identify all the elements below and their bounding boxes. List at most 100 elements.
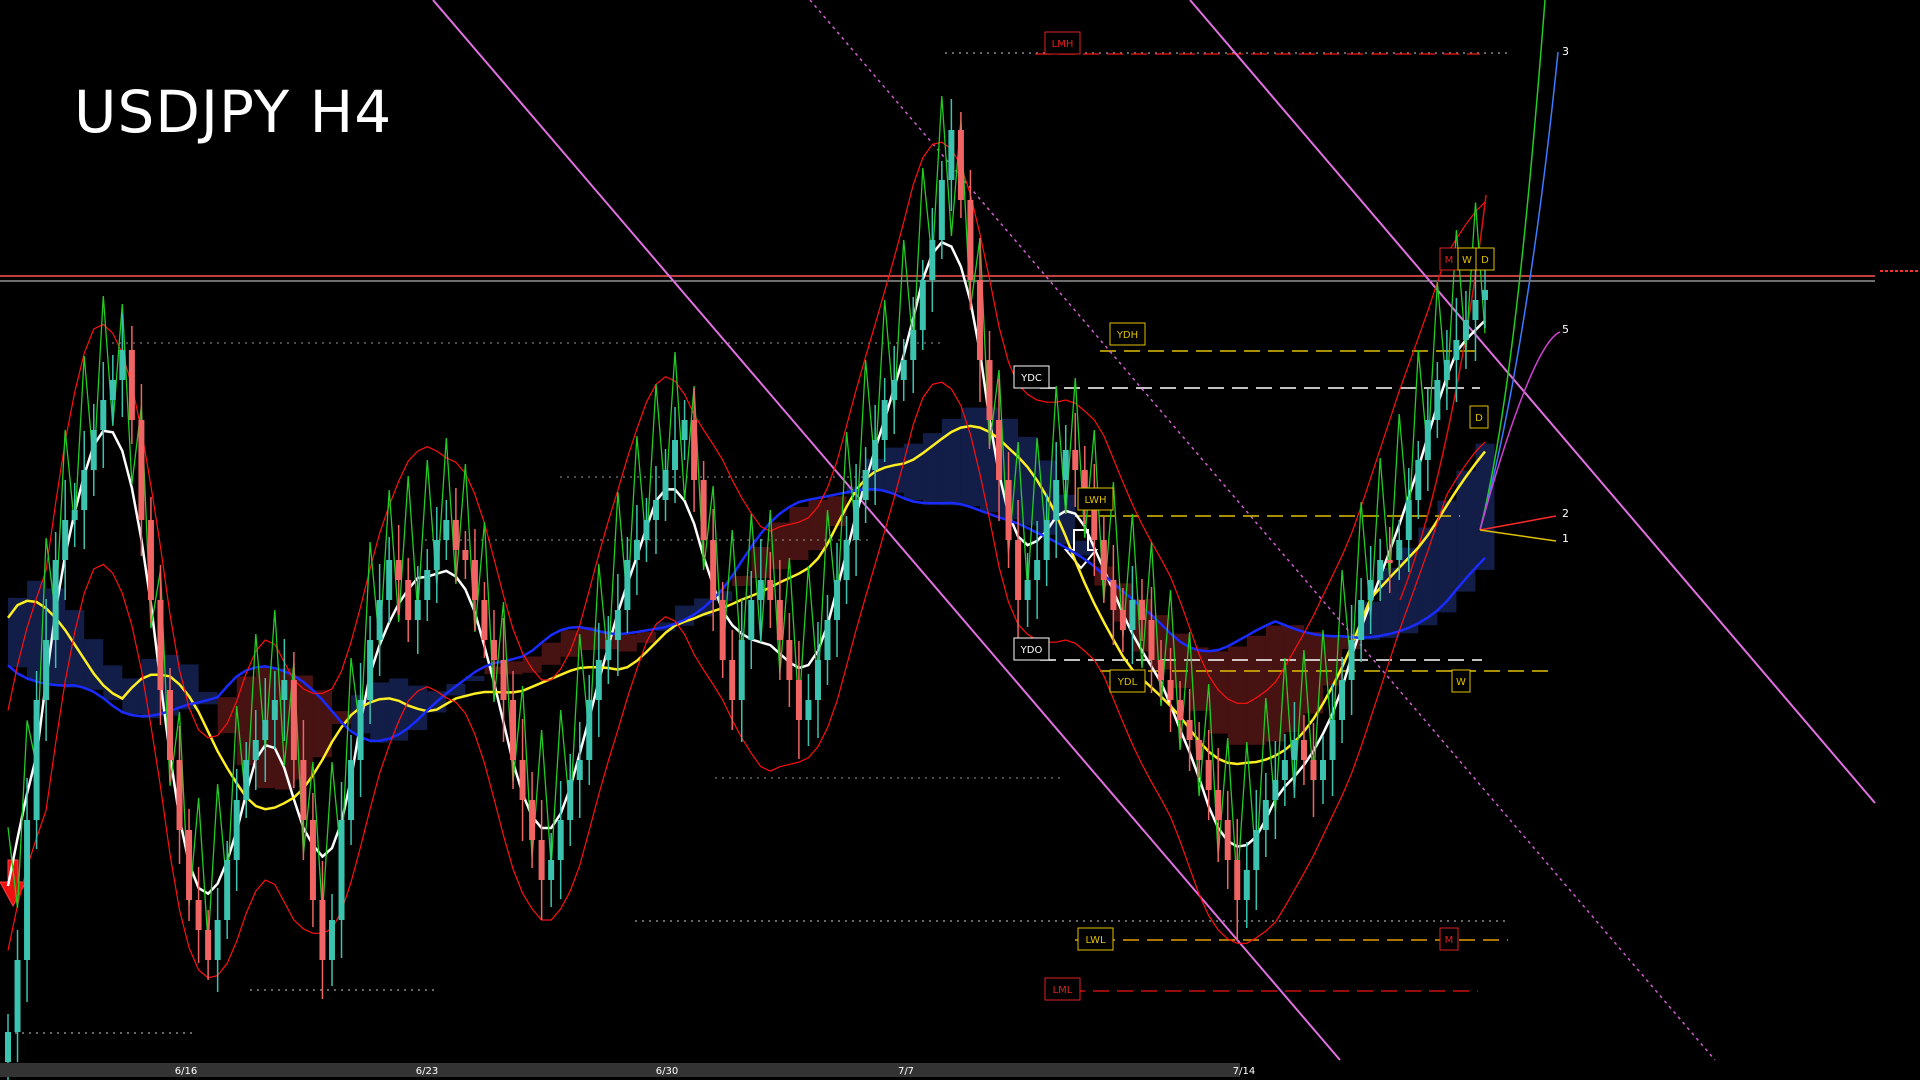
candle-body — [214, 920, 221, 960]
candle-body — [1062, 450, 1069, 480]
candle-body — [24, 820, 31, 960]
level-label-text: YDO — [1020, 645, 1043, 656]
candle-body — [186, 830, 193, 900]
candle-body — [576, 760, 583, 780]
candle-body — [128, 350, 135, 420]
candle-body — [843, 540, 850, 580]
candle-body — [643, 520, 650, 540]
candle-body — [719, 600, 726, 660]
candle-body — [529, 800, 536, 840]
candle-body — [1196, 740, 1203, 760]
candle-body — [233, 800, 240, 860]
cloud-bull-segment — [884, 447, 904, 493]
date-tick: 6/23 — [416, 1066, 438, 1077]
candle-body — [1215, 790, 1222, 820]
candle-body — [1482, 290, 1488, 300]
candle-body — [1110, 580, 1117, 610]
cloud-bear-segment — [217, 697, 237, 734]
candle-body — [195, 900, 202, 930]
candle-body — [1005, 480, 1012, 540]
candle-body — [328, 920, 335, 960]
candle-body — [1386, 560, 1393, 563]
candle-body — [357, 700, 364, 760]
candle-body — [624, 560, 631, 610]
candle-body — [1310, 760, 1317, 780]
candle-body — [681, 420, 688, 440]
candle-body — [1148, 620, 1155, 660]
cloud-bull-segment — [65, 610, 85, 688]
candle-body — [157, 600, 164, 690]
candle-body — [948, 130, 955, 180]
candle-body — [967, 200, 974, 280]
level-label-text: M — [1445, 935, 1454, 946]
candle-body — [757, 580, 764, 600]
candle-body — [872, 440, 879, 470]
price-chart[interactable]: LMHM W DYDHYDCDLWHYDOYDL WLWL MLML 3521 6/16… — [0, 0, 1920, 1080]
candle-body — [1281, 760, 1288, 780]
cloud-bull-segment — [960, 407, 980, 507]
candle-body — [1262, 800, 1269, 830]
candle-body — [510, 700, 517, 760]
candle-body — [348, 760, 355, 820]
candle-body — [1205, 760, 1212, 790]
candle-body — [81, 470, 88, 510]
candle-body — [605, 640, 612, 660]
candle-body — [376, 600, 383, 640]
candle-body — [1415, 460, 1422, 500]
candle-body — [166, 690, 173, 760]
date-tick: 7/7 — [898, 1066, 914, 1077]
candle-body — [338, 820, 345, 920]
candle-body — [633, 540, 640, 560]
candle-body — [319, 900, 326, 960]
candle-body — [252, 740, 259, 760]
candle-body — [290, 680, 297, 760]
cloud-bull-segment — [103, 665, 123, 701]
level-label-text: YDH — [1116, 330, 1138, 341]
candle-body — [500, 660, 507, 700]
projection-label-2: 2 — [1562, 507, 1569, 520]
channel-line-1 — [432, 0, 1341, 1061]
candle-body — [1167, 680, 1174, 700]
level-label-text: W — [1456, 677, 1466, 688]
candle-body — [1377, 560, 1384, 580]
candle-body — [614, 610, 621, 640]
projection-label-5: 5 — [1562, 323, 1569, 336]
candle-body — [1358, 600, 1365, 640]
candle-body — [1024, 580, 1031, 600]
candle-body — [1119, 610, 1126, 630]
candle-body — [367, 640, 374, 700]
candle-body — [52, 560, 59, 640]
candle-body — [710, 540, 717, 600]
yellow-ma-line — [6, 424, 1486, 811]
cloud-bear-segment — [1208, 651, 1228, 734]
cloud-bear-segment — [1265, 625, 1285, 742]
candle-body — [1443, 360, 1450, 380]
cloud-bear-segment — [541, 642, 561, 665]
candle-body — [224, 860, 231, 920]
moving-average-lines — [6, 95, 1486, 979]
candle-body — [71, 510, 78, 520]
candle-body — [1186, 720, 1193, 740]
cloud-bear-segment — [1246, 635, 1266, 745]
candle-body — [90, 430, 97, 470]
projection-label-1: 1 — [1562, 532, 1569, 545]
candle-body — [386, 560, 393, 600]
candle-body — [748, 600, 755, 640]
cloud-bull-segment — [8, 597, 28, 668]
candle-body — [1015, 540, 1022, 600]
candle-body — [462, 550, 469, 560]
candle-body — [862, 470, 869, 500]
cloud-bull-segment — [922, 433, 942, 505]
candle-body — [652, 500, 659, 520]
candle-body — [452, 520, 459, 550]
candle-body — [309, 820, 316, 900]
candle-body — [271, 700, 278, 720]
candle-body — [62, 520, 69, 560]
candle-body — [1053, 480, 1060, 520]
candle-body — [424, 570, 431, 600]
candle-body — [1291, 740, 1298, 760]
candle-body — [834, 580, 841, 620]
level-label-text: LML — [1053, 985, 1073, 996]
candle-body — [805, 700, 812, 720]
candle-body — [490, 640, 497, 660]
